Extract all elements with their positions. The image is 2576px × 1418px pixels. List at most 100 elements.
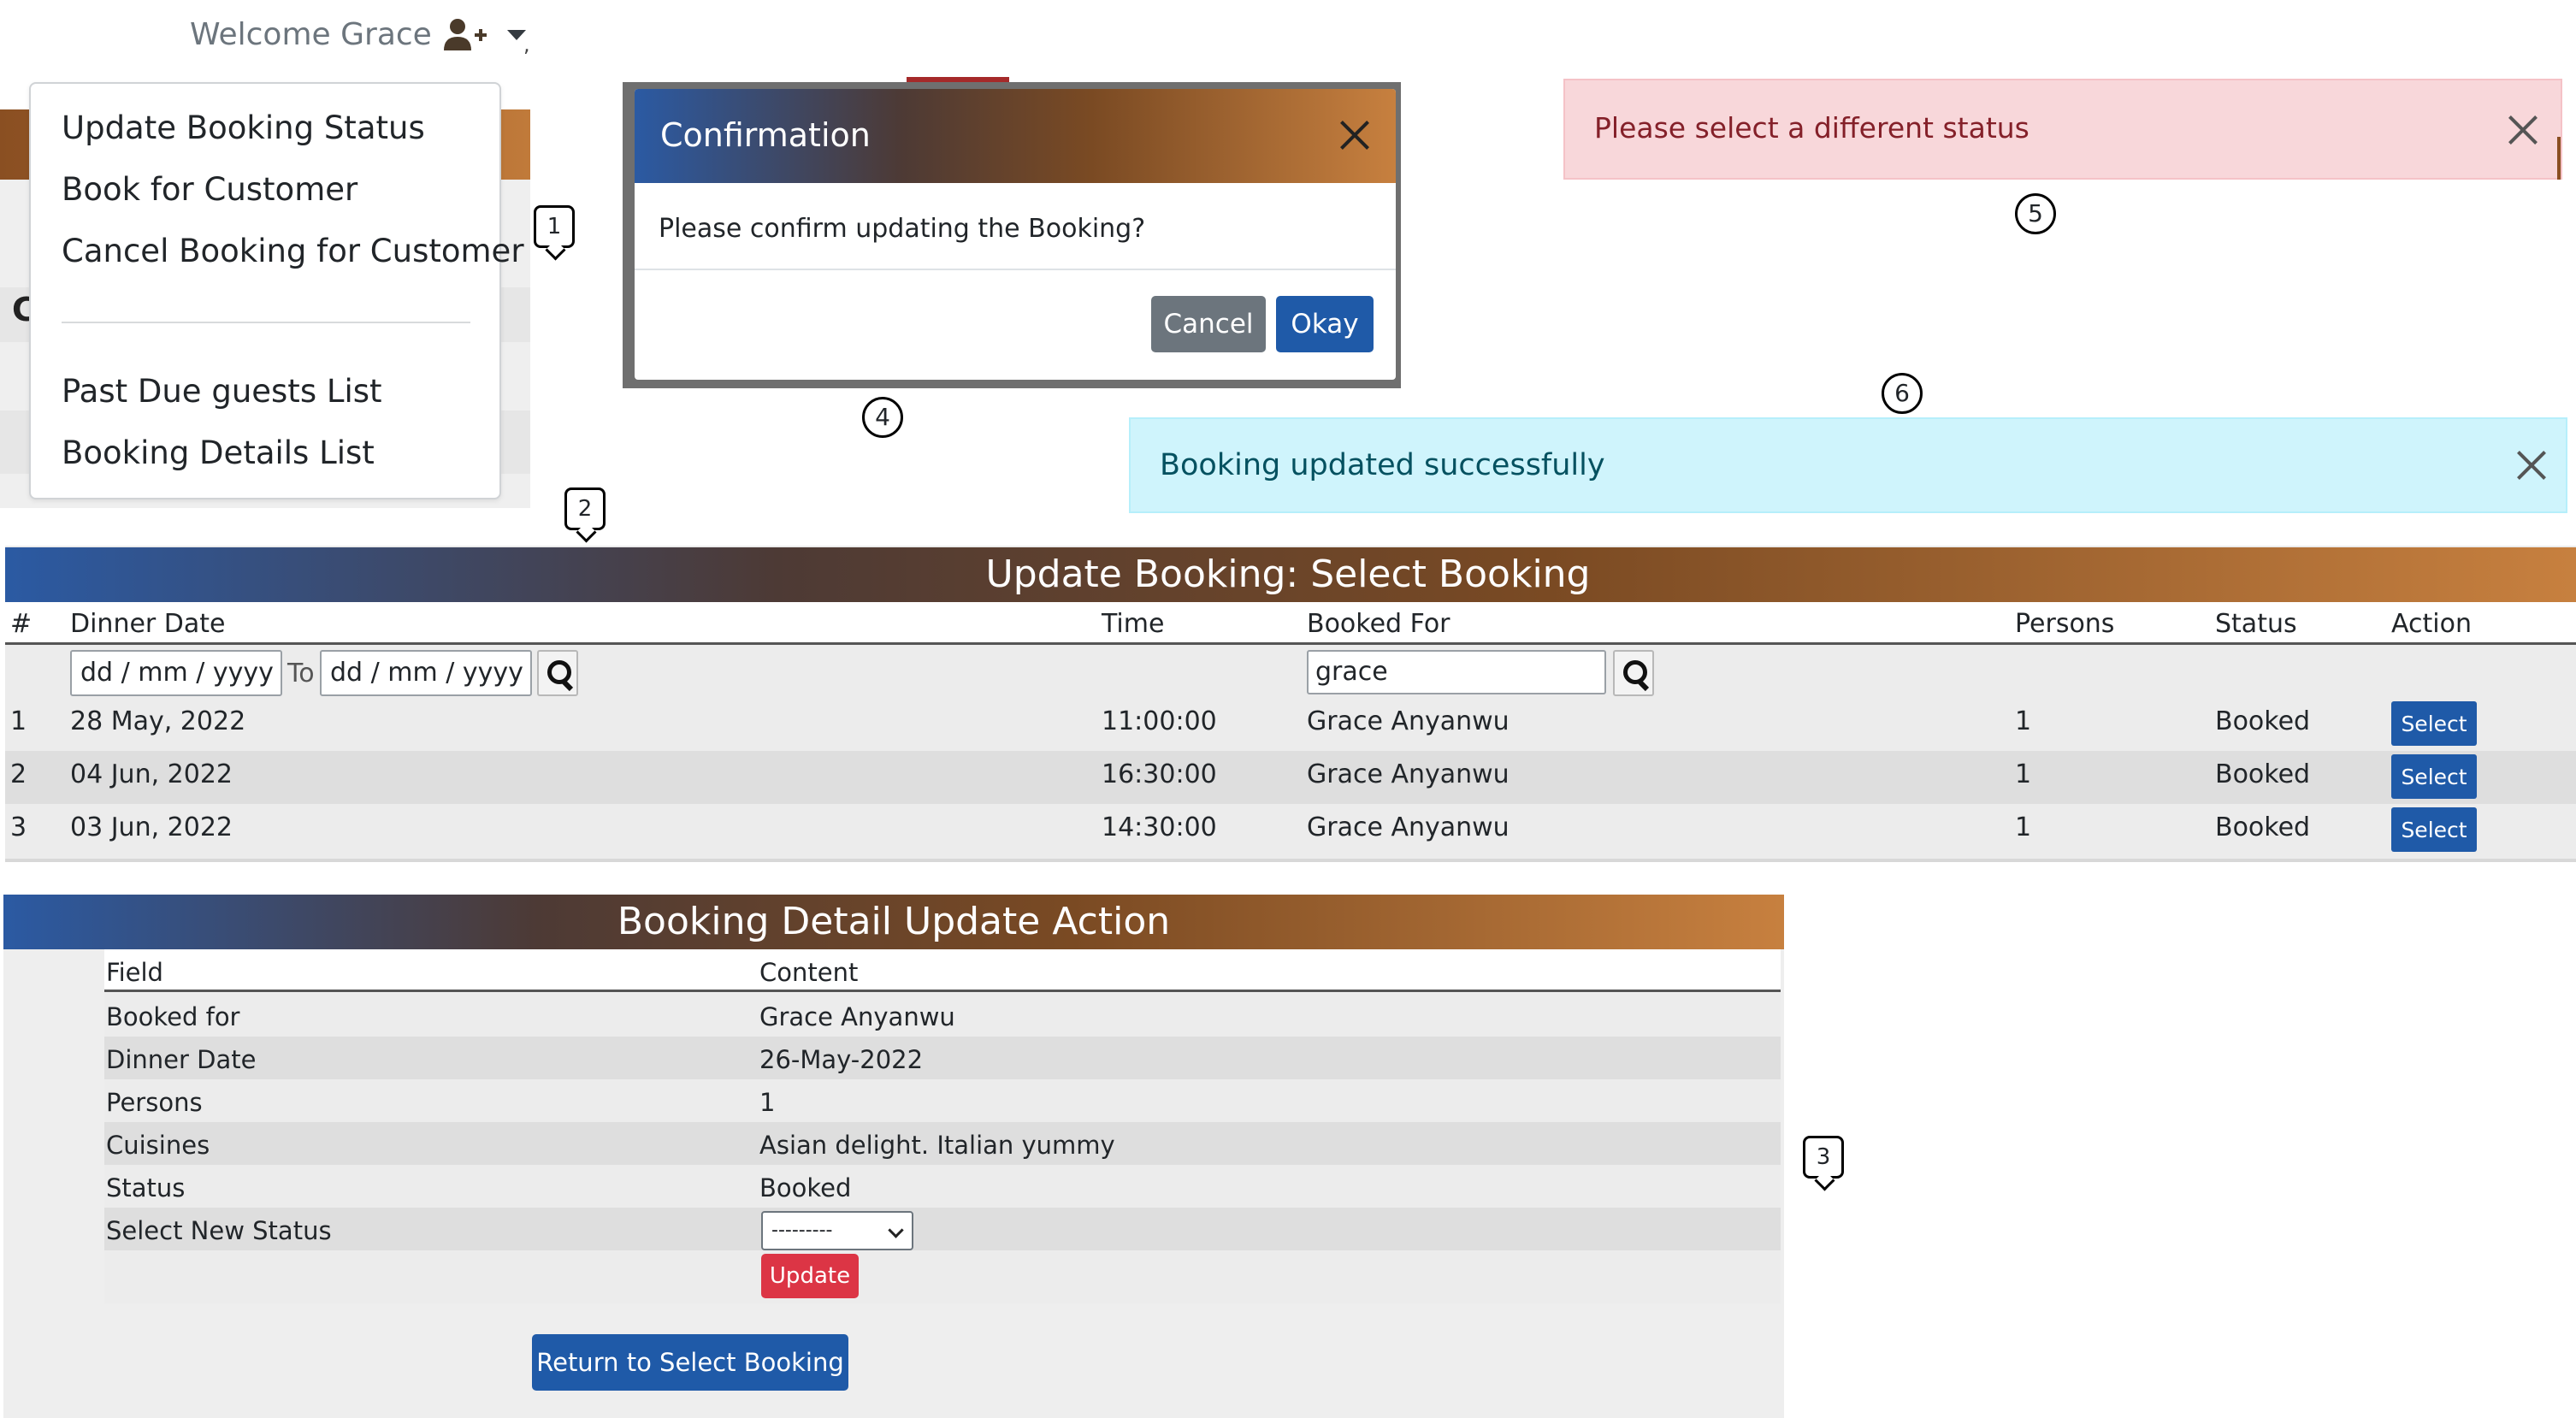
close-icon[interactable] xyxy=(2504,111,2542,149)
alert-danger: Please select a different status xyxy=(1563,79,2562,180)
date-to-label: To xyxy=(287,659,315,688)
callout-6: 6 xyxy=(1882,373,1923,414)
row-booked-for: Grace Anyanwu xyxy=(1307,812,1510,842)
detail-field: Dinner Date xyxy=(106,1045,257,1074)
date-from-input[interactable]: dd / mm / yyyy xyxy=(70,650,282,696)
update-button[interactable]: Update xyxy=(761,1254,859,1298)
menu-item-booking-details-list[interactable]: Booking Details List xyxy=(62,434,375,471)
alert-danger-text: Please select a different status xyxy=(1594,111,2029,145)
chevron-down-icon xyxy=(888,1222,904,1238)
detail-row: Persons 1 xyxy=(104,1079,1781,1122)
confirmation-modal: Confirmation Please confirm updating the… xyxy=(635,89,1396,380)
row-booked-for: Grace Anyanwu xyxy=(1307,759,1510,789)
menu-item-update-booking-status[interactable]: Update Booking Status xyxy=(62,109,425,146)
search-icon xyxy=(1623,660,1647,684)
select-booking-button[interactable]: Select xyxy=(2391,701,2477,746)
row-dinner-date: 03 Jun, 2022 xyxy=(70,812,233,842)
row-time: 16:30:00 xyxy=(1102,759,1217,789)
detail-row: Select New Status --------- xyxy=(104,1208,1781,1250)
detail-row: Status Booked xyxy=(104,1165,1781,1208)
close-icon[interactable] xyxy=(2513,446,2550,484)
detail-content: 26-May-2022 xyxy=(759,1045,924,1074)
background-edge xyxy=(2557,137,2561,180)
new-status-select[interactable]: --------- xyxy=(761,1211,913,1250)
detail-header-row: Field Content xyxy=(104,949,1781,992)
column-header-number: # xyxy=(10,609,32,639)
detail-content: Booked xyxy=(759,1173,852,1202)
name-search-button[interactable] xyxy=(1613,650,1654,696)
menu-item-cancel-booking[interactable]: Cancel Booking for Customer xyxy=(62,233,524,269)
select-booking-button[interactable]: Select xyxy=(2391,807,2477,852)
new-status-value: --------- xyxy=(771,1220,833,1241)
okay-button[interactable]: Okay xyxy=(1276,296,1374,352)
detail-field: Status xyxy=(106,1173,186,1202)
return-to-select-booking-button[interactable]: Return to Select Booking xyxy=(532,1334,848,1391)
row-status: Booked xyxy=(2215,812,2311,842)
table-row xyxy=(5,804,2576,857)
row-status: Booked xyxy=(2215,759,2311,789)
detail-content: Asian delight. Italian yummy xyxy=(759,1131,1115,1160)
column-header-status: Status xyxy=(2215,609,2297,639)
stray-mark: , xyxy=(523,32,530,56)
user-plus-icon xyxy=(443,18,490,52)
date-search-button[interactable] xyxy=(537,650,578,696)
column-header-action: Action xyxy=(2391,609,2472,639)
detail-column-field: Field xyxy=(106,958,163,987)
select-booking-button[interactable]: Select xyxy=(2391,754,2477,799)
detail-field: Cuisines xyxy=(106,1131,210,1160)
modal-divider xyxy=(635,269,1396,270)
detail-row: Booked for Grace Anyanwu xyxy=(104,994,1781,1037)
row-dinner-date: 28 May, 2022 xyxy=(70,706,246,736)
row-dinner-date: 04 Jun, 2022 xyxy=(70,759,233,789)
row-number: 1 xyxy=(10,706,27,736)
select-booking-title: Update Booking: Select Booking xyxy=(985,552,1591,596)
table-bottom-border xyxy=(5,859,2576,862)
column-header-time: Time xyxy=(1102,609,1165,639)
menu-item-past-due-guests[interactable]: Past Due guests List xyxy=(62,373,382,410)
detail-row: Cuisines Asian delight. Italian yummy xyxy=(104,1122,1781,1165)
row-number: 3 xyxy=(10,812,27,842)
booking-detail-title: Booking Detail Update Action xyxy=(617,900,1171,943)
cancel-button[interactable]: Cancel xyxy=(1151,296,1266,352)
user-menu-toggle[interactable]: Welcome Grace xyxy=(190,17,526,52)
menu-item-book-for-customer[interactable]: Book for Customer xyxy=(62,171,357,208)
row-persons: 1 xyxy=(2015,759,2032,789)
callout-2: 2 xyxy=(564,487,606,530)
callout-5: 5 xyxy=(2015,193,2056,234)
callout-1: 1 xyxy=(534,205,575,248)
detail-column-content: Content xyxy=(759,958,859,987)
user-dropdown-menu: Update Booking Status Book for Customer … xyxy=(29,82,524,499)
row-number: 2 xyxy=(10,759,27,789)
detail-content: 1 xyxy=(759,1088,776,1117)
search-icon xyxy=(547,660,571,684)
row-persons: 1 xyxy=(2015,706,2032,736)
table-row xyxy=(5,698,2576,751)
detail-row: Update xyxy=(104,1250,1781,1303)
column-header-persons: Persons xyxy=(2015,609,2115,639)
row-persons: 1 xyxy=(2015,812,2032,842)
modal-body-text: Please confirm updating the Booking? xyxy=(659,214,1146,244)
date-to-input[interactable]: dd / mm / yyyy xyxy=(320,650,532,696)
booked-for-search-input[interactable]: grace xyxy=(1307,650,1606,694)
close-icon[interactable] xyxy=(1336,116,1374,154)
row-status: Booked xyxy=(2215,706,2311,736)
alert-info-text: Booking updated successfully xyxy=(1160,448,1605,482)
column-header-booked-for: Booked For xyxy=(1307,609,1450,639)
alert-info: Booking updated successfully xyxy=(1129,417,2567,513)
table-header-row xyxy=(5,602,2576,645)
new-status-label: Select New Status xyxy=(106,1216,332,1245)
table-row xyxy=(5,751,2576,804)
callout-4: 4 xyxy=(862,397,903,438)
welcome-text: Welcome Grace xyxy=(190,17,432,52)
detail-row: Dinner Date 26-May-2022 xyxy=(104,1037,1781,1079)
detail-content: Grace Anyanwu xyxy=(759,1002,955,1031)
booking-detail-table: Field Content Booked for Grace Anyanwu D… xyxy=(104,949,1781,1309)
row-time: 14:30:00 xyxy=(1102,812,1217,842)
detail-field: Booked for xyxy=(106,1002,240,1031)
row-time: 11:00:00 xyxy=(1102,706,1217,736)
callout-3: 3 xyxy=(1803,1136,1844,1179)
column-header-dinner-date: Dinner Date xyxy=(70,609,226,639)
menu-divider xyxy=(62,322,470,323)
detail-field: Persons xyxy=(106,1088,203,1117)
row-booked-for: Grace Anyanwu xyxy=(1307,706,1510,736)
